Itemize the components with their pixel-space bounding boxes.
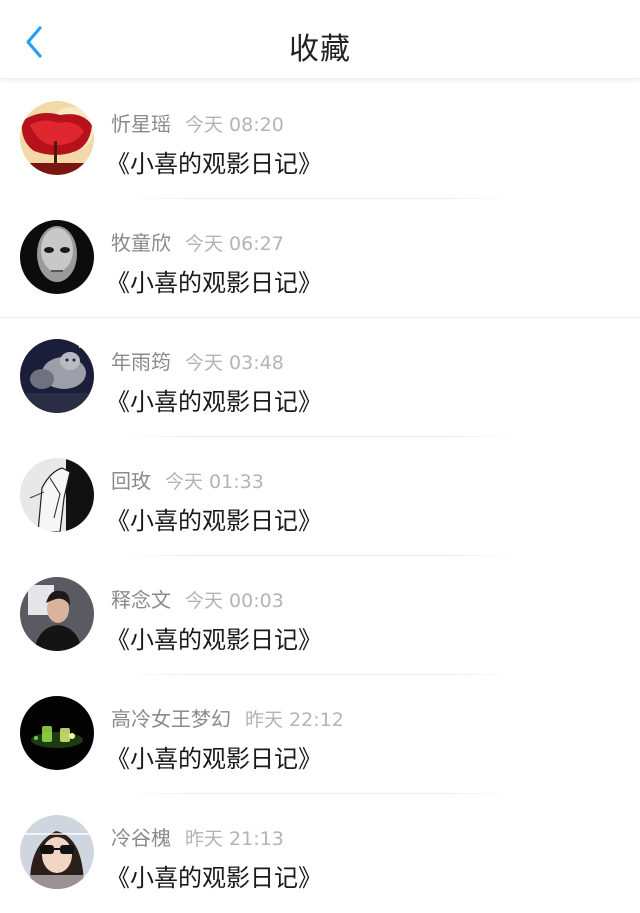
timestamp: 昨天 22:12: [245, 709, 344, 731]
avatar[interactable]: [20, 339, 94, 413]
item-title[interactable]: 《小喜的观影日记》: [106, 620, 322, 655]
timestamp: 今天 01:33: [165, 471, 264, 493]
list-item[interactable]: 释念文 今天 00:03 《小喜的观影日记》: [0, 556, 640, 675]
timestamp: 今天 03:48: [185, 352, 284, 374]
item-title[interactable]: 《小喜的观影日记》: [106, 263, 322, 298]
top-bar: 收藏: [0, 0, 640, 79]
list-item[interactable]: 冷谷槐 昨天 21:13 《小喜的观影日记》: [0, 794, 640, 913]
avatar[interactable]: [20, 696, 94, 770]
item-title[interactable]: 《小喜的观影日记》: [106, 739, 322, 774]
avatar[interactable]: [20, 220, 94, 294]
list-item[interactable]: 年雨筠 今天 03:48 《小喜的观影日记》: [0, 318, 640, 437]
item-meta: 回玫 今天 01:33: [111, 465, 264, 494]
user-name[interactable]: 回玫: [111, 469, 151, 493]
item-meta: 忻星瑶 今天 08:20: [111, 108, 284, 137]
timestamp: 昨天 21:13: [185, 828, 284, 850]
item-meta: 年雨筠 今天 03:48: [111, 346, 284, 375]
avatar[interactable]: [20, 458, 94, 532]
list-item[interactable]: 忻星瑶 今天 08:20 《小喜的观影日记》: [0, 80, 640, 199]
item-title[interactable]: 《小喜的观影日记》: [106, 501, 322, 536]
avatar[interactable]: [20, 101, 94, 175]
favorites-list: 忻星瑶 今天 08:20 《小喜的观影日记》 牧童欣 今天 06:27 《小喜的观影…: [0, 80, 640, 913]
user-name[interactable]: 年雨筠: [111, 350, 171, 374]
avatar[interactable]: [20, 577, 94, 651]
user-name[interactable]: 冷谷槐: [111, 826, 171, 850]
timestamp: 今天 08:20: [185, 114, 284, 136]
user-name[interactable]: 释念文: [111, 588, 171, 612]
item-title[interactable]: 《小喜的观影日记》: [106, 382, 322, 417]
user-name[interactable]: 牧童欣: [111, 231, 171, 255]
user-name[interactable]: 高冷女王梦幻: [111, 707, 231, 731]
list-item[interactable]: 回玫 今天 01:33 《小喜的观影日记》: [0, 437, 640, 556]
list-item[interactable]: 牧童欣 今天 06:27 《小喜的观影日记》: [0, 199, 640, 318]
timestamp: 今天 00:03: [185, 590, 284, 612]
item-meta: 释念文 今天 00:03: [111, 584, 284, 613]
page-title: 收藏: [289, 32, 351, 67]
list-item[interactable]: 高冷女王梦幻 昨天 22:12 《小喜的观影日记》: [0, 675, 640, 794]
item-meta: 高冷女王梦幻 昨天 22:12: [111, 703, 344, 732]
avatar[interactable]: [20, 815, 94, 889]
item-meta: 冷谷槐 昨天 21:13: [111, 822, 284, 851]
item-title[interactable]: 《小喜的观影日记》: [106, 858, 322, 893]
item-title[interactable]: 《小喜的观影日记》: [106, 144, 322, 179]
user-name[interactable]: 忻星瑶: [111, 112, 171, 136]
timestamp: 今天 06:27: [185, 233, 284, 255]
item-meta: 牧童欣 今天 06:27: [111, 227, 284, 256]
